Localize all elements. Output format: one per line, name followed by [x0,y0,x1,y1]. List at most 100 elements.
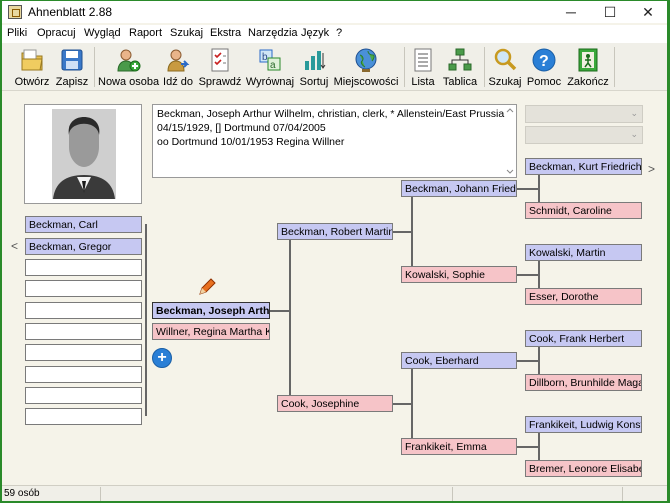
person-details-box[interactable]: Beckman, Joseph Arthur Wilhelm, christia… [152,104,517,178]
details-scrollbar[interactable] [504,105,516,177]
search-icon [494,48,517,71]
spouse-box[interactable]: Willner, Regina Martha K [152,323,270,340]
tree-table-icon [448,48,472,71]
connector-line [411,360,413,447]
grandmother-maternal-box[interactable]: Frankikeit, Emma [401,438,517,455]
table-label: Tablica [442,76,478,88]
table-button[interactable]: Tablica [440,43,480,91]
great-grandparent-box[interactable]: Kowalski, Martin [525,244,642,261]
go-to-button[interactable]: Idź do [160,43,196,91]
father-box[interactable]: Beckman, Robert Martin [277,223,393,240]
menu-jezyk[interactable]: Język [301,27,329,39]
align-icon: ba [259,49,281,71]
filter-combo-2[interactable]: ⌄ [525,126,643,144]
list-icon [414,48,432,72]
menu-bar: Pliki Opracuj Wygląd Raport Szukaj Ekstr… [2,25,667,43]
sort-icon [305,51,326,70]
status-bar: 59 osób [2,485,667,501]
check-label: Sprawdź [198,76,242,88]
svg-text:a: a [270,60,276,71]
great-grandparent-box[interactable]: Beckman, Kurt Friedrich [525,158,642,175]
child-box[interactable]: Beckman, Carl [25,216,142,233]
great-grandparent-box[interactable]: Schmidt, Caroline [525,202,642,219]
portrait-image [25,105,141,203]
great-grandparent-box[interactable]: Bremer, Leonore Elisabet [525,460,642,477]
help-label: Pomoc [526,76,562,88]
details-line-1: Beckman, Joseph Arthur Wilhelm, christia… [157,108,505,120]
great-grandparent-box[interactable]: Dillborn, Brunhilde Maga [525,374,642,391]
menu-wyglad[interactable]: Wygląd [84,27,121,39]
pencil-edit-icon[interactable] [197,277,217,297]
navigate-left-arrow[interactable]: < [11,239,18,253]
menu-ekstra[interactable]: Ekstra [210,27,241,39]
toolbar-separator [404,47,405,87]
connector-line [517,274,539,276]
align-label: Wyrównaj [245,76,295,88]
exit-button[interactable]: Zakończ [566,43,610,91]
window-title: Ahnenblatt 2.88 [28,5,113,19]
menu-opracuj[interactable]: Opracuj [37,27,76,39]
status-divider [452,487,453,501]
details-line-2: 04/15/1929, [] Dortmund 07/04/2005 [157,122,326,134]
toolbar: Otwórz Zapisz Nowa osoba Idź do Sprawdź … [2,43,667,91]
new-person-button[interactable]: Nowa osoba [98,43,160,91]
status-divider [622,487,623,501]
help-button[interactable]: ? Pomoc [524,43,564,91]
person-count: 59 osób [4,488,40,499]
search-button[interactable]: Szukaj [488,43,522,91]
grandfather-maternal-box[interactable]: Cook, Eberhard [401,352,517,369]
great-grandparent-box[interactable]: Frankikeit, Ludwig Konsta [525,416,642,433]
close-button[interactable]: ✕ [629,1,667,23]
connector-line [411,188,413,275]
save-button[interactable]: Zapisz [54,43,90,91]
great-grandparent-box[interactable]: Cook, Frank Herbert [525,330,642,347]
child-box-empty[interactable] [25,408,142,425]
menu-raport[interactable]: Raport [129,27,162,39]
child-box-empty[interactable] [25,387,142,404]
save-disk-icon [61,49,83,71]
child-box-empty[interactable] [25,302,142,319]
exit-icon [578,48,598,72]
menu-help[interactable]: ? [336,27,342,39]
great-grandparent-box[interactable]: Esser, Dorothe [525,288,642,305]
person-photo[interactable] [24,104,142,204]
svg-text:?: ? [539,53,549,70]
sort-button[interactable]: Sortuj [298,43,330,91]
svg-text:b: b [262,52,268,63]
list-button[interactable]: Lista [408,43,438,91]
check-button[interactable]: Sprawdź [198,43,242,91]
new-person-label: Nowa osoba [98,76,160,88]
add-spouse-icon[interactable]: + [152,348,172,368]
mother-box[interactable]: Cook, Josephine [277,395,393,412]
menu-szukaj[interactable]: Szukaj [170,27,203,39]
menu-pliki[interactable]: Pliki [7,27,27,39]
navigate-right-arrow[interactable]: > [648,162,655,176]
help-icon: ? [532,48,556,72]
main-window: Ahnenblatt 2.88 ─ ☐ ✕ Pliki Opracuj Wygl… [2,1,667,501]
maximize-button[interactable]: ☐ [591,1,629,23]
toolbar-separator [484,47,485,87]
connector-line [517,188,539,190]
status-divider [100,487,101,501]
child-box-empty[interactable] [25,323,142,340]
details-line-3: oo Dortmund 10/01/1953 Regina Willner [157,136,345,148]
child-box[interactable]: Beckman, Gregor [25,238,142,255]
check-list-icon [211,48,229,72]
child-box-empty[interactable] [25,280,142,297]
filter-combo-1[interactable]: ⌄ [525,105,643,123]
child-box-empty[interactable] [25,259,142,276]
open-button[interactable]: Otwórz [12,43,52,91]
child-box-empty[interactable] [25,344,142,361]
align-button[interactable]: ba Wyrównaj [244,43,296,91]
grandfather-paternal-box[interactable]: Beckman, Johann Friedrich [401,180,517,197]
open-folder-icon [21,49,43,71]
toolbar-separator [614,47,615,87]
minimize-button[interactable]: ─ [552,1,590,23]
places-button[interactable]: Miejscowości [332,43,400,91]
children-connector [145,224,147,416]
sort-label: Sortuj [299,76,329,88]
child-box-empty[interactable] [25,366,142,383]
grandmother-paternal-box[interactable]: Kowalski, Sophie [401,266,517,283]
menu-narzedzia[interactable]: Narzędzia [248,27,298,39]
selected-person-box[interactable]: Beckman, Joseph Arthur [152,302,270,319]
